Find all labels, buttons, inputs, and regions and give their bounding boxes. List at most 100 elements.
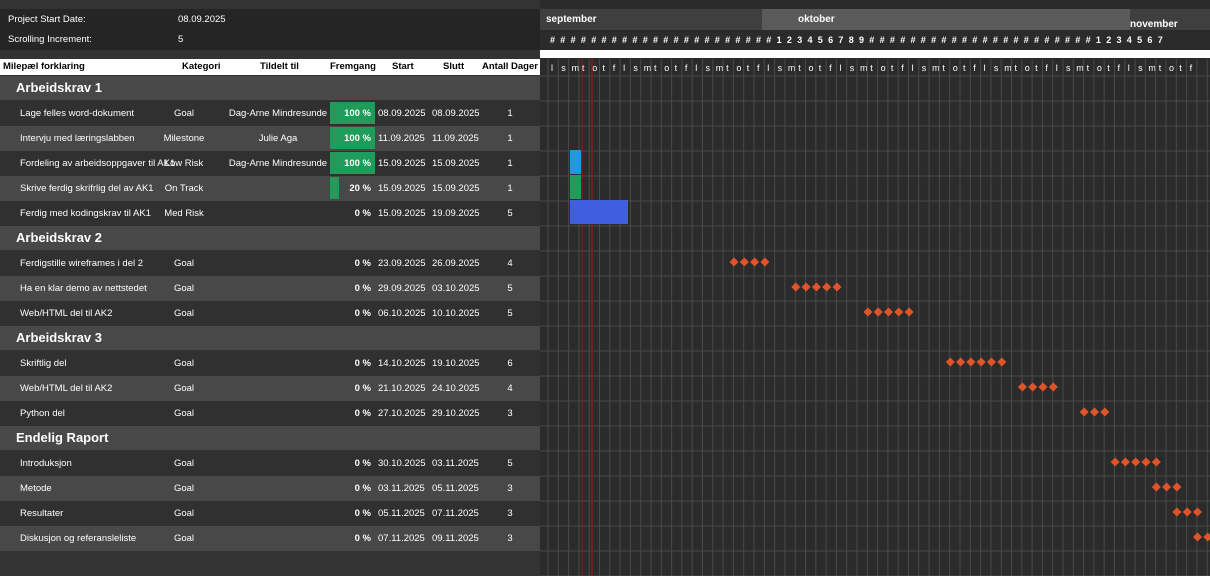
task-start-date[interactable]: 27.10.2025 (378, 408, 426, 419)
task-name[interactable]: Ha en klar demo av nettstedet (20, 283, 147, 294)
task-start-date[interactable]: 15.09.2025 (378, 183, 426, 194)
task-start-date[interactable]: 07.11.2025 (378, 533, 425, 544)
task-category[interactable]: Goal (150, 283, 218, 294)
task-category[interactable]: Low Risk (150, 158, 218, 169)
task-category[interactable]: Goal (150, 458, 218, 469)
task-category[interactable]: Goal (150, 508, 218, 519)
task-end-date[interactable]: 08.09.2025 (432, 108, 480, 119)
task-start-date[interactable]: 06.10.2025 (378, 308, 426, 319)
task-start-date[interactable]: 03.11.2025 (378, 483, 425, 494)
task-category[interactable]: On Track (150, 183, 218, 194)
task-days[interactable]: 1 (488, 183, 532, 194)
task-row[interactable]: Resultater Goal 0 % 05.11.2025 07.11.2025 3 (0, 501, 540, 526)
task-end-date[interactable]: 26.09.2025 (432, 258, 480, 269)
task-progress[interactable]: 0 % (330, 476, 375, 500)
task-row[interactable]: Skrive ferdig skrifrlig del av AK1 On Tra… (0, 176, 540, 201)
task-days[interactable]: 5 (488, 208, 532, 219)
task-end-date[interactable]: 19.09.2025 (432, 208, 480, 219)
task-progress[interactable]: 20 % (330, 176, 375, 200)
task-progress[interactable]: 100 % (330, 126, 375, 150)
task-category[interactable]: Goal (150, 308, 218, 319)
task-name[interactable]: Web/HTML del til AK2 (20, 383, 112, 394)
task-category[interactable]: Goal (150, 108, 218, 119)
task-days[interactable]: 5 (488, 308, 532, 319)
task-start-date[interactable]: 29.09.2025 (378, 283, 426, 294)
col-assigned-header[interactable]: Tildelt til (260, 61, 299, 72)
col-days-header[interactable]: Antall Dager (482, 61, 538, 72)
task-progress[interactable]: 100 % (330, 101, 375, 125)
task-end-date[interactable]: 24.10.2025 (432, 383, 480, 394)
task-days[interactable]: 5 (488, 283, 532, 294)
task-start-date[interactable]: 21.10.2025 (378, 383, 426, 394)
task-end-date[interactable]: 07.11.2025 (432, 508, 479, 519)
task-days[interactable]: 5 (488, 458, 532, 469)
task-days[interactable]: 1 (488, 133, 532, 144)
task-end-date[interactable]: 29.10.2025 (432, 408, 480, 419)
task-row[interactable]: Metode Goal 0 % 03.11.2025 05.11.2025 3 (0, 476, 540, 501)
task-name[interactable]: Python del (20, 408, 65, 419)
task-start-date[interactable]: 08.09.2025 (378, 108, 426, 119)
task-days[interactable]: 3 (488, 483, 532, 494)
task-days[interactable]: 6 (488, 358, 532, 369)
task-row[interactable]: Diskusjon og referansleliste Goal 0 % 07.11… (0, 526, 540, 551)
task-progress[interactable]: 0 % (330, 351, 375, 375)
col-start-header[interactable]: Start (392, 61, 414, 72)
task-end-date[interactable]: 03.11.2025 (432, 458, 479, 469)
task-start-date[interactable]: 11.09.2025 (378, 133, 425, 144)
task-end-date[interactable]: 15.09.2025 (432, 183, 480, 194)
task-category[interactable]: Goal (150, 383, 218, 394)
task-progress[interactable]: 0 % (330, 451, 375, 475)
task-name[interactable]: Diskusjon og referansleliste (20, 533, 136, 544)
col-category-header[interactable]: Kategori (182, 61, 221, 72)
task-start-date[interactable]: 23.09.2025 (378, 258, 426, 269)
task-row[interactable]: Intervju med læringslabben Milestone Julie… (0, 126, 540, 151)
task-progress[interactable]: 0 % (330, 276, 375, 300)
task-end-date[interactable]: 15.09.2025 (432, 158, 480, 169)
task-progress[interactable]: 0 % (330, 526, 375, 550)
task-days[interactable]: 1 (488, 158, 532, 169)
task-assigned[interactable]: Dag-Arne Mindresunde (224, 158, 332, 169)
task-end-date[interactable]: 10.10.2025 (432, 308, 480, 319)
task-name[interactable]: Introduksjon (20, 458, 72, 469)
task-category[interactable]: Goal (150, 358, 218, 369)
col-end-header[interactable]: Slutt (443, 61, 464, 72)
task-row[interactable]: Web/HTML del til AK2 Goal 0 % 06.10.2025 10.… (0, 301, 540, 326)
task-progress[interactable]: 0 % (330, 501, 375, 525)
task-name[interactable]: Resultater (20, 508, 63, 519)
task-name[interactable]: Web/HTML del til AK2 (20, 308, 112, 319)
task-row[interactable]: Skriftlig del Goal 0 % 14.10.2025 19.10.2025… (0, 351, 540, 376)
task-row[interactable]: Web/HTML del til AK2 Goal 0 % 21.10.2025 24.… (0, 376, 540, 401)
task-end-date[interactable]: 19.10.2025 (432, 358, 480, 369)
task-row[interactable]: Python del Goal 0 % 27.10.2025 29.10.2025 3 (0, 401, 540, 426)
task-end-date[interactable]: 09.11.2025 (432, 533, 479, 544)
task-assigned[interactable]: Julie Aga (224, 133, 332, 144)
task-row[interactable]: Introduksjon Goal 0 % 30.10.2025 03.11.2025 5 (0, 451, 540, 476)
task-category[interactable]: Milestone (150, 133, 218, 144)
task-category[interactable]: Goal (150, 483, 218, 494)
task-category[interactable]: Goal (150, 258, 218, 269)
task-name[interactable]: Intervju med læringslabben (20, 133, 135, 144)
col-name-header[interactable]: Milepæl forklaring (3, 61, 85, 72)
task-end-date[interactable]: 05.11.2025 (432, 483, 479, 494)
task-progress[interactable]: 100 % (330, 151, 375, 175)
task-row[interactable]: Lage felles word-dokument Goal Dag-Arne Mi… (0, 101, 540, 126)
task-row[interactable]: Ferdig med kodingskrav til AK1 Med Risk 0 … (0, 201, 540, 226)
task-row[interactable]: Ha en klar demo av nettstedet Goal 0 % 29.0… (0, 276, 540, 301)
task-start-date[interactable]: 05.11.2025 (378, 508, 425, 519)
task-name[interactable]: Ferdig med kodingskrav til AK1 (20, 208, 151, 219)
task-end-date[interactable]: 11.09.2025 (432, 133, 479, 144)
task-progress[interactable]: 0 % (330, 401, 375, 425)
task-days[interactable]: 4 (488, 383, 532, 394)
task-start-date[interactable]: 15.09.2025 (378, 208, 426, 219)
task-progress[interactable]: 0 % (330, 251, 375, 275)
task-start-date[interactable]: 15.09.2025 (378, 158, 426, 169)
task-progress[interactable]: 0 % (330, 301, 375, 325)
task-category[interactable]: Goal (150, 533, 218, 544)
task-name[interactable]: Lage felles word-dokument (20, 108, 134, 119)
task-row[interactable]: Fordeling av arbeidsoppgaver til AK1 Low … (0, 151, 540, 176)
task-name[interactable]: Metode (20, 483, 52, 494)
project-start-value[interactable]: 08.09.2025 (178, 14, 226, 25)
task-assigned[interactable]: Dag-Arne Mindresunde (224, 108, 332, 119)
task-end-date[interactable]: 03.10.2025 (432, 283, 480, 294)
scrolling-increment-value[interactable]: 5 (178, 34, 183, 45)
